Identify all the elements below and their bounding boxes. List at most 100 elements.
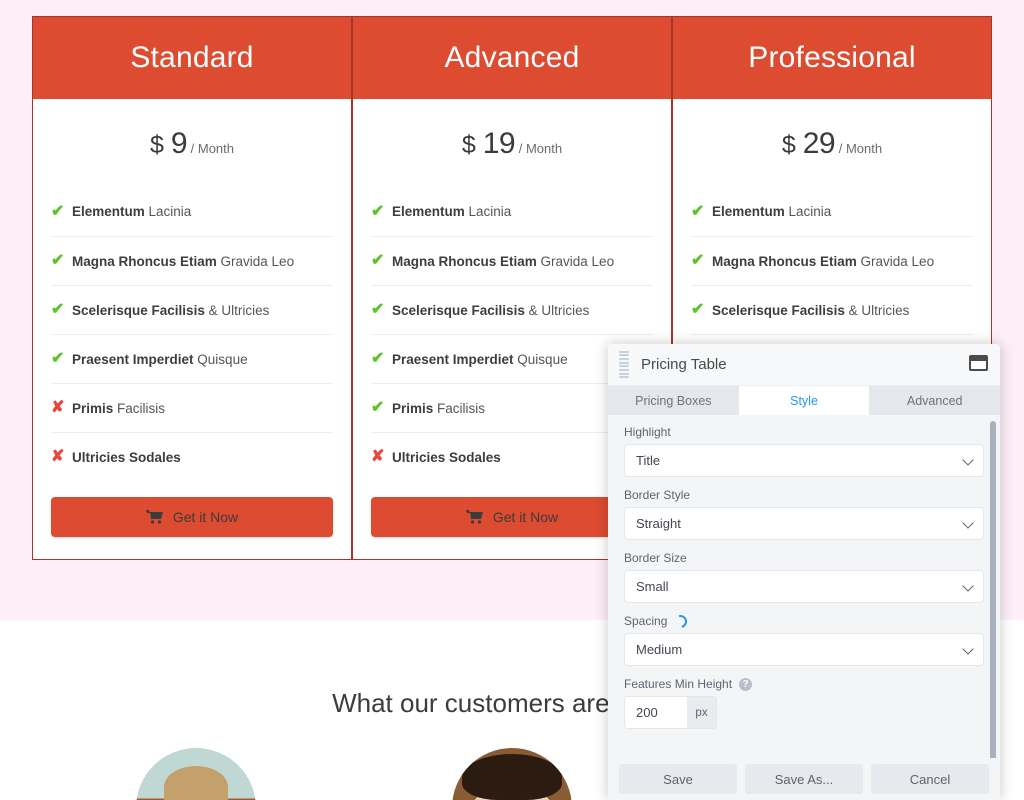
chevron-down-icon — [962, 580, 974, 592]
feature-label: Elementum Lacinia — [392, 204, 512, 219]
check-icon: ✔ — [371, 301, 385, 318]
check-icon: ✔ — [691, 301, 705, 318]
border-size-value: Small — [636, 579, 669, 594]
features-min-height-input-group[interactable]: px — [624, 696, 717, 729]
panel-tabs: Pricing Boxes Style Advanced — [608, 386, 1000, 415]
feature-label: Magna Rhoncus Etiam Gravida Leo — [392, 253, 615, 269]
check-icon: ✔ — [51, 301, 65, 318]
highlight-value: Title — [636, 453, 661, 468]
get-it-now-label: Get it Now — [172, 509, 239, 525]
get-it-now-button[interactable]: Get it Now — [51, 497, 333, 537]
border-style-value: Straight — [636, 516, 681, 531]
pricing-card-title: Professional — [673, 17, 991, 99]
border-size-select[interactable]: Small — [624, 570, 984, 603]
check-icon: ✔ — [51, 202, 65, 220]
feature-row: ✔ Magna Rhoncus Etiam Gravida Leo — [51, 236, 333, 285]
price-period: / Month — [835, 141, 883, 156]
feature-label: Ultricies Sodales — [72, 449, 181, 465]
check-icon: ✔ — [371, 252, 385, 269]
field-border-size: Border Size Small — [624, 551, 984, 603]
chevron-down-icon — [962, 454, 974, 466]
price-currency: $ — [149, 131, 171, 159]
feature-row: ✔ Scelerisque Facilisis & Ultricies — [51, 285, 333, 334]
pricing-card-price: $ 19 / Month — [353, 99, 671, 187]
feature-row: ✔ Scelerisque Facilisis & Ultricies — [691, 285, 973, 334]
pricing-table-settings-panel: Pricing Table Pricing Boxes Style Advanced… — [608, 344, 1000, 800]
price-period: / Month — [515, 141, 563, 156]
window-restore-icon[interactable] — [969, 355, 988, 371]
spacing-label: Spacing — [624, 614, 668, 628]
feature-row: ✔ Scelerisque Facilisis & Ultricies — [371, 285, 653, 334]
highlight-select[interactable]: Title — [624, 444, 984, 477]
spacing-value: Medium — [636, 642, 683, 657]
shopping-cart-icon — [145, 510, 163, 524]
feature-row: ✔ Elementum Lacinia — [51, 187, 333, 236]
field-border-style: Border Style Straight — [624, 488, 984, 540]
features-min-height-unit: px — [687, 697, 716, 728]
panel-scrollbar-thumb[interactable] — [990, 421, 996, 758]
pricing-card-cta-wrap: Get it Now — [33, 481, 351, 559]
check-icon: ✔ — [371, 202, 385, 220]
pricing-card-title: Standard — [33, 17, 351, 99]
cross-icon: ✘ — [51, 448, 65, 465]
feature-row: ✔ Praesent Imperdiet Quisque — [51, 334, 333, 383]
help-icon[interactable]: ? — [739, 677, 753, 691]
feature-label: Primis Facilisis — [72, 400, 166, 416]
feature-label: Elementum Lacinia — [72, 204, 192, 219]
feature-label: Scelerisque Facilisis & Ultricies — [72, 302, 270, 318]
feature-row: ✘ Primis Facilisis — [51, 383, 333, 432]
check-icon: ✔ — [371, 399, 385, 416]
field-spacing: Spacing Medium — [624, 612, 984, 666]
feature-label: Praesent Imperdiet Quisque — [72, 351, 248, 367]
feature-row: ✔ Elementum Lacinia — [371, 187, 653, 236]
save-button[interactable]: Save — [619, 764, 737, 794]
price-amount: 29 — [802, 127, 836, 160]
feature-label: Elementum Lacinia — [712, 204, 832, 219]
check-icon: ✔ — [691, 252, 705, 269]
pricing-card-title: Advanced — [353, 17, 671, 99]
field-features-min-height: Features Min Height ? px — [624, 677, 984, 729]
drag-handle-icon[interactable] — [619, 350, 629, 379]
loading-spinner-icon — [671, 612, 690, 630]
border-style-select[interactable]: Straight — [624, 507, 984, 540]
pricing-card-features: ✔ Elementum Lacinia ✔ Magna Rhoncus Etiam G… — [33, 187, 351, 481]
feature-label: Magna Rhoncus Etiam Gravida Leo — [72, 253, 295, 269]
feature-label: Magna Rhoncus Etiam Gravida Leo — [712, 253, 935, 269]
border-size-label: Border Size — [624, 551, 687, 565]
panel-body: Highlight Title Border Style Straight Bo… — [608, 415, 1000, 758]
page-root: Standard $ 9 / Month ✔ Elementum Lacinia ✔ Ma… — [0, 0, 1024, 800]
pricing-card: Standard $ 9 / Month ✔ Elementum Lacinia ✔ Ma… — [32, 16, 352, 560]
feature-row: ✔ Elementum Lacinia — [691, 187, 973, 236]
features-min-height-label: Features Min Height — [624, 677, 733, 691]
spacing-label-row: Spacing — [624, 612, 984, 630]
check-icon: ✔ — [51, 252, 65, 269]
feature-row: ✘ Ultricies Sodales — [51, 432, 333, 481]
panel-header: Pricing Table — [608, 344, 1000, 386]
cancel-button[interactable]: Cancel — [871, 764, 989, 794]
chevron-down-icon — [962, 643, 974, 655]
tab-pricing-boxes[interactable]: Pricing Boxes — [608, 386, 739, 415]
feature-label: Primis Facilisis — [392, 400, 486, 416]
tab-advanced[interactable]: Advanced — [869, 386, 1000, 415]
feature-label: Ultricies Sodales — [392, 449, 501, 465]
get-it-now-label: Get it Now — [492, 509, 559, 525]
highlight-label: Highlight — [624, 425, 671, 439]
features-min-height-label-row: Features Min Height ? — [624, 677, 984, 691]
save-as-button[interactable]: Save As... — [745, 764, 863, 794]
price-period: / Month — [187, 141, 234, 156]
tab-style[interactable]: Style — [738, 386, 870, 415]
spacing-select[interactable]: Medium — [624, 633, 984, 666]
price-amount: 9 — [170, 127, 188, 160]
cross-icon: ✘ — [371, 448, 385, 465]
price-currency: $ — [461, 131, 483, 159]
border-style-label: Border Style — [624, 488, 691, 502]
shopping-cart-icon — [465, 510, 483, 524]
chevron-down-icon — [962, 517, 974, 529]
panel-footer: Save Save As... Cancel — [608, 758, 1000, 800]
pricing-card-price: $ 9 / Month — [33, 99, 351, 187]
cross-icon: ✘ — [51, 399, 65, 416]
check-icon: ✔ — [51, 350, 65, 367]
feature-label: Scelerisque Facilisis & Ultricies — [392, 302, 590, 318]
check-icon: ✔ — [371, 350, 385, 367]
features-min-height-input[interactable] — [625, 697, 687, 728]
